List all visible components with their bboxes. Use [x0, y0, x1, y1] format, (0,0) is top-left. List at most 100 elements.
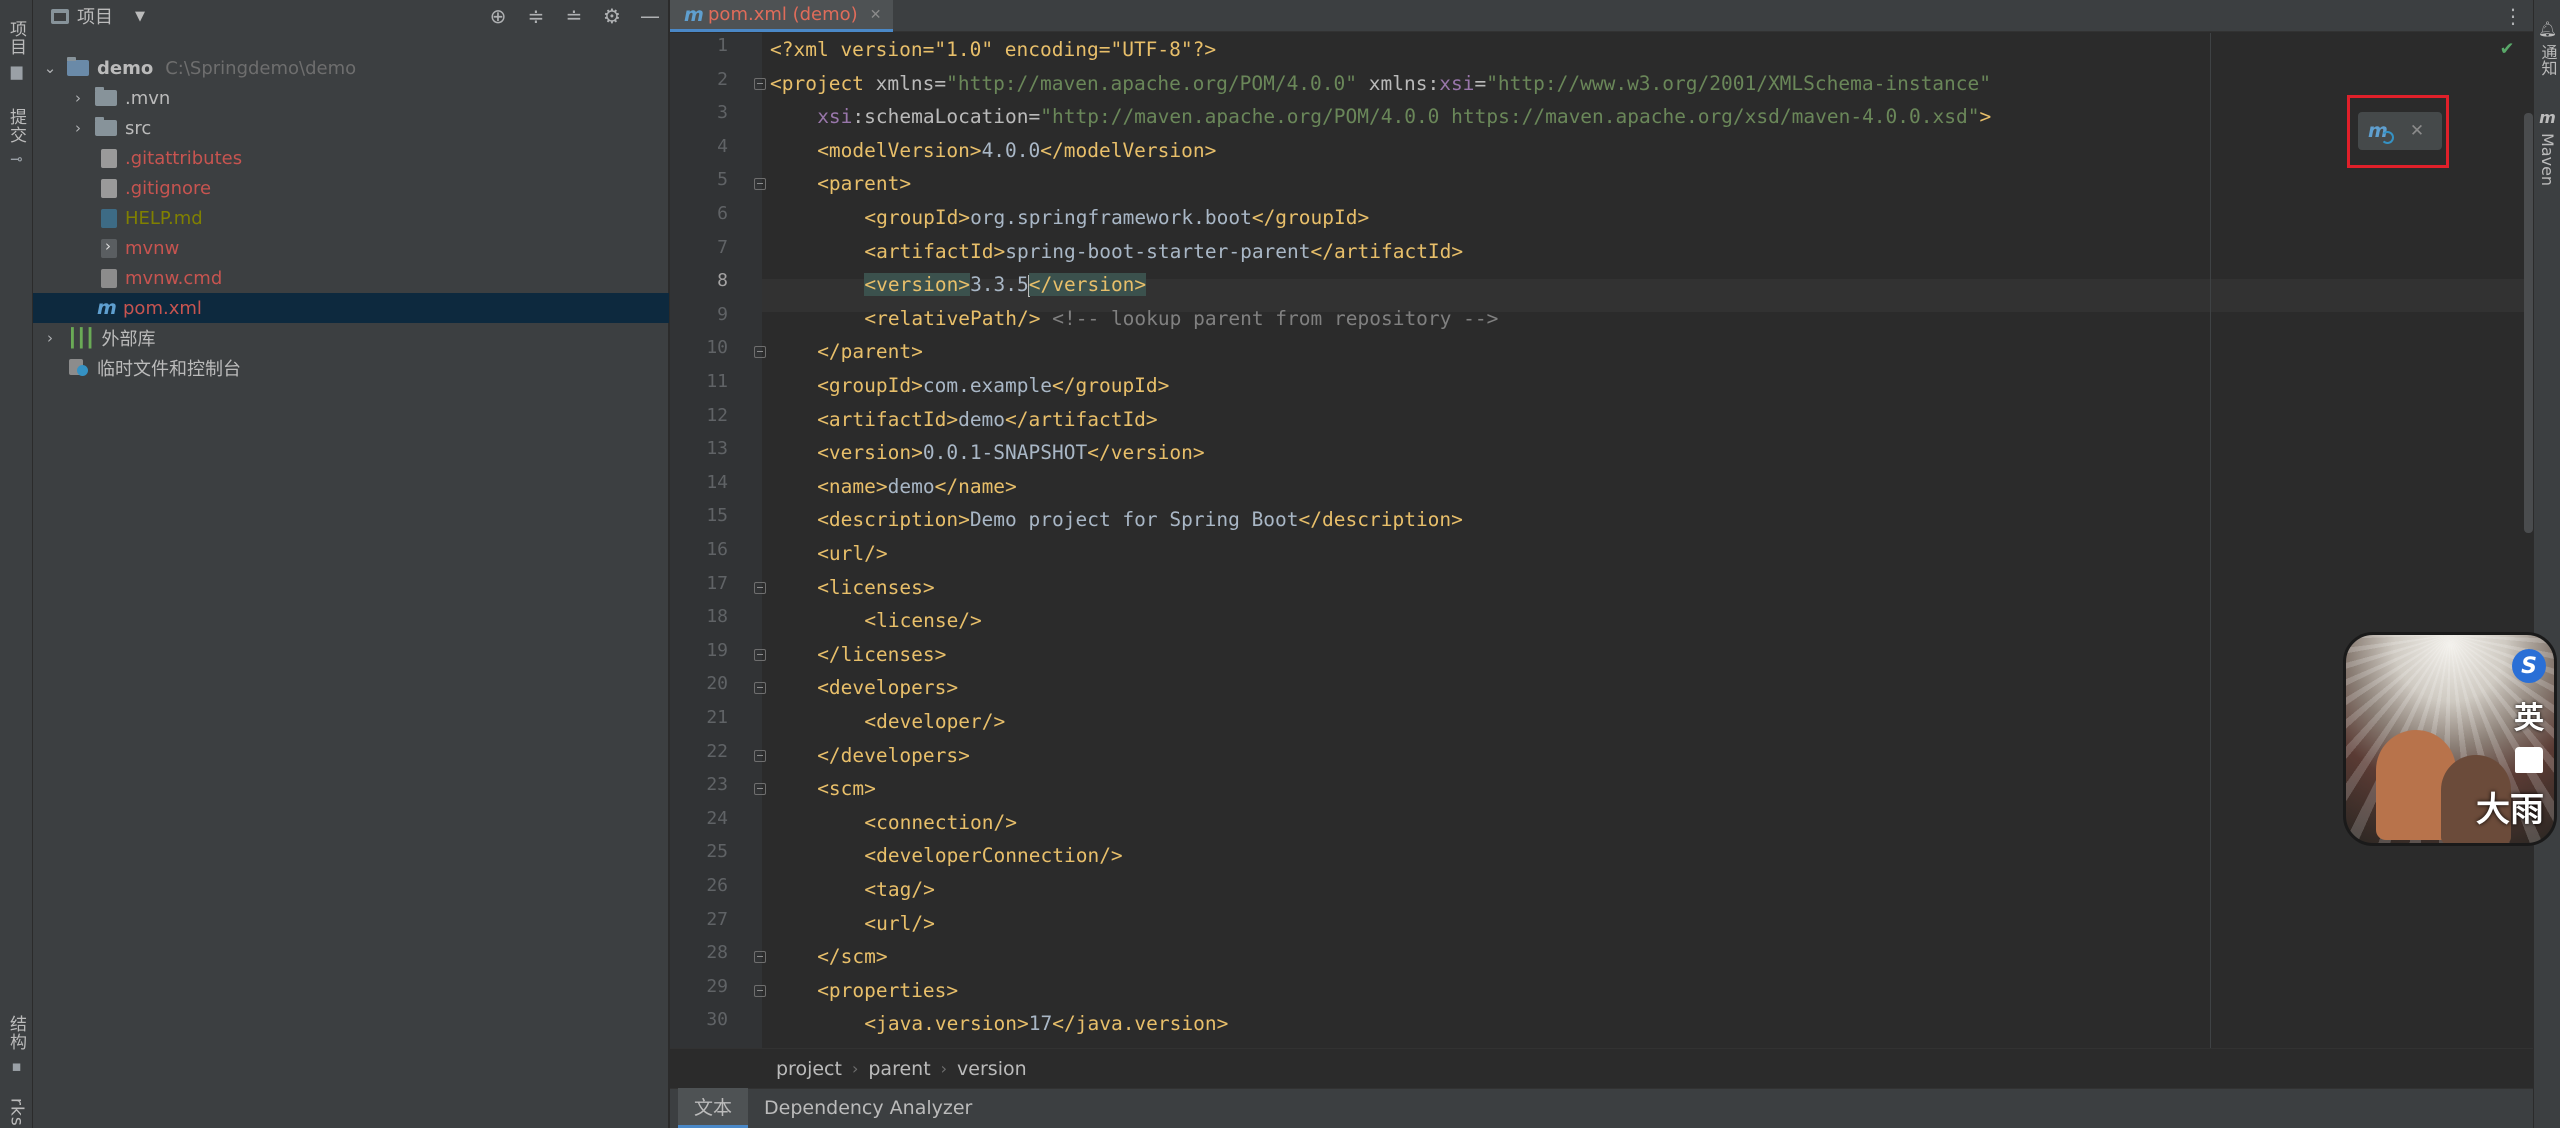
tool-tab-project[interactable]: 项目 ▆ [0, 20, 33, 80]
tree-item-mvn[interactable]: › .mvn [33, 83, 669, 113]
code-line[interactable]: <licenses> [817, 571, 934, 604]
tree-item-external-libraries[interactable]: › ┃┃┃ 外部库 [33, 323, 669, 353]
tab-dependency-analyzer[interactable]: Dependency Analyzer [748, 1088, 988, 1128]
code-line[interactable]: <scm> [817, 772, 876, 805]
line-number: 28 [706, 942, 728, 964]
check-icon[interactable]: ✔ [2501, 35, 2513, 59]
chevron-right-icon[interactable]: › [69, 89, 87, 107]
tool-tab-structure[interactable]: 结构 ▪ [0, 1015, 33, 1075]
code-line[interactable]: <description>Demo project for Spring Boo… [817, 503, 1463, 536]
line-number: 23 [706, 774, 728, 796]
maven-reload-icon[interactable]: m [2368, 120, 2394, 144]
code-editor[interactable]: 1 2 3 4 5 6 7 8 9 10 11 12 13 14 15 16 17 18 19 20 21 22 23 24 2… [670, 33, 2533, 1048]
tool-tab-commit[interactable]: 提交 ⊸ [0, 108, 33, 168]
tab-text[interactable]: 文本 [678, 1088, 749, 1128]
code-line[interactable]: </licenses> [817, 638, 946, 671]
collapse-all-icon[interactable]: ≐ [562, 6, 586, 26]
right-tool-strip: 🔔︎ 通知 m Maven [2533, 0, 2560, 1128]
code-line[interactable]: </parent> [817, 335, 923, 368]
fold-toggle-icon[interactable] [754, 648, 766, 661]
code-line[interactable]: </developers> [817, 739, 970, 772]
code-line[interactable]: <license/> [864, 604, 981, 637]
tool-tab-maven[interactable]: m Maven [2534, 108, 2560, 186]
tree-item-gitignore[interactable]: .gitignore [33, 173, 669, 203]
tree-item-label: demo [97, 57, 154, 79]
code-token: > [1979, 105, 1992, 129]
code-line[interactable]: <?xml version="1.0" encoding="UTF-8"?> [770, 33, 1216, 66]
code-line[interactable]: <relativePath/> <!-- lookup parent from … [864, 302, 1498, 335]
code-line[interactable]: <url/> [864, 907, 934, 940]
tree-item-src[interactable]: › src [33, 113, 669, 143]
editor-tab-bar: m pom.xml (demo) ✕ ⋮ [670, 0, 2533, 32]
chevron-down-icon[interactable]: ⌄ [41, 59, 59, 77]
code-token: 0.0.1-SNAPSHOT [922, 441, 1088, 465]
floating-avatar-widget[interactable]: S 英 大雨 [2343, 632, 2557, 846]
project-panel-title[interactable]: 项目 [77, 3, 113, 29]
fold-toggle-icon[interactable] [754, 951, 766, 964]
code-line[interactable]: <artifactId>demo</artifactId> [817, 403, 1157, 436]
code-line[interactable]: <tag/> [864, 873, 934, 906]
chevron-down-icon[interactable]: ▼ [135, 9, 145, 24]
gear-icon[interactable]: ⚙ [600, 6, 624, 26]
locate-icon[interactable]: ⊕ [486, 6, 510, 26]
fold-toggle-icon[interactable] [754, 783, 766, 796]
code-token: </artifactId> [1005, 407, 1158, 431]
breadcrumb-item-project[interactable]: project [776, 1058, 842, 1080]
chevron-right-icon[interactable]: › [41, 329, 59, 347]
code-line[interactable]: <project xmlns="http://maven.apache.org/… [770, 67, 1991, 100]
code-line[interactable]: <parent> [817, 167, 911, 200]
tree-item-gitattributes[interactable]: .gitattributes [33, 143, 669, 173]
tool-tab-bookmarks[interactable]: rks [0, 1098, 33, 1127]
code-token: xmlns= [863, 71, 947, 95]
tab-pom-xml[interactable]: m pom.xml (demo) ✕ [670, 0, 894, 32]
code-line[interactable]: <connection/> [864, 806, 1017, 839]
code-token: </description> [1298, 508, 1463, 532]
code-line[interactable]: <java.version>17</java.version> [864, 1007, 1228, 1040]
fold-toggle-icon[interactable] [754, 178, 766, 191]
code-token: <developerConnection/> [864, 844, 1123, 868]
code-token: <java.version> [864, 1012, 1029, 1036]
code-line[interactable]: </scm> [817, 940, 887, 973]
fold-toggle-icon[interactable] [754, 581, 766, 594]
hide-icon[interactable]: — [638, 6, 662, 26]
line-number: 8 [717, 270, 728, 292]
code-token: <licenses> [817, 575, 935, 599]
fold-toggle-icon[interactable] [754, 346, 766, 359]
fold-toggle-icon[interactable] [754, 77, 766, 90]
tree-item-help-md[interactable]: HELP.md [33, 203, 669, 233]
tree-item-mvnw-cmd[interactable]: mvnw.cmd [33, 263, 669, 293]
code-line[interactable]: <modelVersion>4.0.0</modelVersion> [817, 134, 1216, 167]
line-number: 17 [706, 572, 728, 594]
close-icon[interactable]: ✕ [2410, 121, 2424, 141]
fold-toggle-icon[interactable] [754, 984, 766, 997]
code-line[interactable]: <version>3.3.5</version> [864, 268, 1147, 301]
close-icon[interactable]: ✕ [870, 7, 882, 23]
more-vertical-icon[interactable]: ⋮ [2503, 4, 2523, 28]
tool-tab-structure-label: 结构 [6, 1015, 26, 1051]
code-line[interactable]: <developerConnection/> [864, 839, 1122, 872]
breadcrumb-item-parent[interactable]: parent [868, 1058, 930, 1080]
tree-item-scratches[interactable]: 临时文件和控制台 [33, 353, 669, 383]
code-line[interactable]: <developer/> [864, 705, 1005, 738]
expand-all-icon[interactable]: ≑ [524, 6, 548, 26]
chevron-right-icon[interactable]: › [69, 119, 87, 137]
code-line[interactable]: <properties> [817, 974, 958, 1007]
code-line[interactable]: <url/> [817, 537, 887, 570]
tree-item-label: 外部库 [101, 329, 156, 350]
code-line[interactable]: <artifactId>spring-boot-starter-parent</… [864, 235, 1463, 268]
code-line[interactable]: <groupId>org.springframework.boot</group… [864, 201, 1369, 234]
code-line[interactable]: <groupId>com.example</groupId> [817, 369, 1169, 402]
fold-toggle-icon[interactable] [754, 749, 766, 762]
tree-item-mvnw[interactable]: mvnw [33, 233, 669, 263]
tree-item-demo[interactable]: ⌄ demo C:\Springdemo\demo [33, 53, 669, 83]
code-line[interactable]: <name>demo</name> [817, 470, 1017, 503]
line-number: 11 [706, 371, 728, 392]
code-line[interactable]: <version>0.0.1-SNAPSHOT</version> [817, 436, 1204, 469]
tool-tab-notifications[interactable]: 🔔︎ 通知 [2534, 20, 2560, 76]
code-line[interactable]: <developers> [817, 671, 958, 704]
code-line[interactable]: xsi:schemaLocation="http://maven.apache.… [817, 100, 1991, 133]
vertical-scrollbar[interactable] [2524, 113, 2533, 533]
fold-toggle-icon[interactable] [754, 682, 766, 695]
breadcrumb-item-version[interactable]: version [957, 1058, 1027, 1080]
tree-item-pom-xml[interactable]: m pom.xml [33, 293, 669, 323]
